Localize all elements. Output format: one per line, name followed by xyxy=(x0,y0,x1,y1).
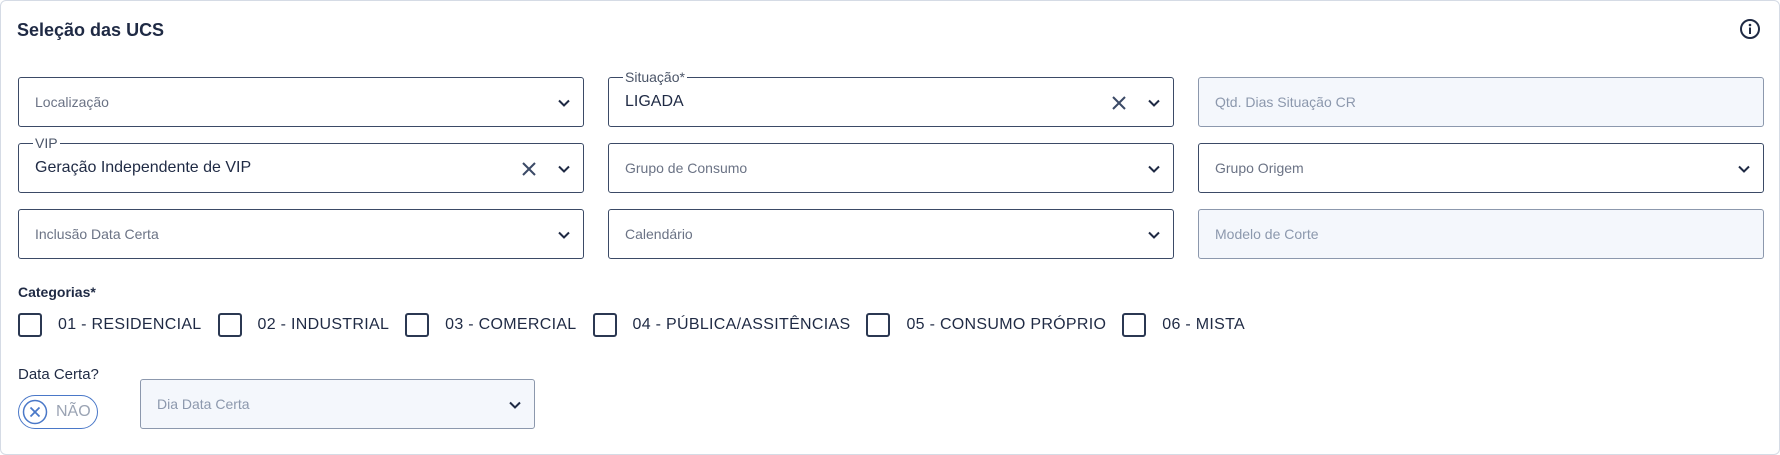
modelo-corte-field: Modelo de Corte xyxy=(1198,209,1764,259)
calendario-select[interactable]: Calendário xyxy=(608,209,1174,259)
clear-icon[interactable] xyxy=(519,159,539,179)
categorias-checkbox-group: 01 - RESIDENCIAL 02 - INDUSTRIAL 03 - CO… xyxy=(18,313,1261,337)
chevron-down-icon xyxy=(558,99,570,107)
grupo-consumo-select[interactable]: Grupo de Consumo xyxy=(608,143,1174,193)
checkbox-label: 03 - COMERCIAL xyxy=(445,316,577,333)
grupo-origem-placeholder: Grupo Origem xyxy=(1215,160,1304,176)
checkbox-label: 02 - INDUSTRIAL xyxy=(257,316,390,333)
categorias-label: Categorias* xyxy=(18,284,96,300)
checkbox-box[interactable] xyxy=(405,313,430,337)
qtd-dias-situacao-field: Qtd. Dias Situação CR xyxy=(1198,77,1764,127)
checkbox-label: 05 - CONSUMO PRÓPRIO xyxy=(906,316,1107,333)
modelo-corte-placeholder: Modelo de Corte xyxy=(1215,226,1319,242)
checkbox-comercial[interactable]: 03 - COMERCIAL xyxy=(405,313,576,337)
data-certa-toggle[interactable]: NÃO xyxy=(18,395,98,429)
chevron-down-icon xyxy=(509,401,521,409)
chevron-down-icon xyxy=(1148,165,1160,173)
checkbox-publica-assistencias[interactable]: 04 - PÚBLICA/ASSITÊNCIAS xyxy=(592,313,851,337)
inclusao-data-certa-select[interactable]: Inclusão Data Certa xyxy=(18,209,584,259)
dia-data-certa-select[interactable]: Dia Data Certa xyxy=(140,379,535,429)
chevron-down-icon xyxy=(1148,231,1160,239)
checkbox-label: 06 - MISTA xyxy=(1162,316,1245,333)
checkbox-label: 04 - PÚBLICA/ASSITÊNCIAS xyxy=(632,316,851,333)
chevron-down-icon xyxy=(1148,99,1160,107)
checkbox-industrial[interactable]: 02 - INDUSTRIAL xyxy=(217,313,390,337)
clear-icon[interactable] xyxy=(1109,93,1129,113)
vip-select[interactable]: VIP Geração Independente de VIP xyxy=(18,135,584,193)
info-circle-icon[interactable] xyxy=(1739,18,1761,40)
localizacao-placeholder: Localização xyxy=(35,94,109,110)
inclusao-data-certa-placeholder: Inclusão Data Certa xyxy=(35,226,159,242)
checkbox-box[interactable] xyxy=(217,313,242,337)
localizacao-select[interactable]: Localização xyxy=(18,77,584,127)
chevron-down-icon xyxy=(1738,165,1750,173)
situacao-label: Situação* xyxy=(623,69,687,85)
ucs-selection-card: Seleção das UCS Localização Situação* LI… xyxy=(0,0,1780,455)
situacao-value: LIGADA xyxy=(625,93,684,110)
checkbox-box[interactable] xyxy=(866,313,891,337)
dia-data-certa-placeholder: Dia Data Certa xyxy=(157,396,250,412)
calendario-placeholder: Calendário xyxy=(625,226,693,242)
toggle-label: NÃO xyxy=(56,403,91,420)
checkbox-box[interactable] xyxy=(592,313,617,337)
qtd-dias-placeholder: Qtd. Dias Situação CR xyxy=(1215,94,1356,110)
vip-label: VIP xyxy=(33,135,60,151)
chevron-down-icon xyxy=(558,231,570,239)
checkbox-label: 01 - RESIDENCIAL xyxy=(58,316,202,333)
grupo-consumo-placeholder: Grupo de Consumo xyxy=(625,160,748,176)
data-certa-label: Data Certa? xyxy=(18,366,99,383)
section-title: Seleção das UCS xyxy=(17,20,165,40)
checkbox-mista[interactable]: 06 - MISTA xyxy=(1122,313,1245,337)
checkbox-consumo-proprio[interactable]: 05 - CONSUMO PRÓPRIO xyxy=(866,313,1106,337)
checkbox-residencial[interactable]: 01 - RESIDENCIAL xyxy=(18,313,202,337)
checkbox-box[interactable] xyxy=(1122,313,1147,337)
grupo-origem-select[interactable]: Grupo Origem xyxy=(1198,143,1764,193)
close-circle-icon xyxy=(22,399,48,425)
situacao-select[interactable]: Situação* LIGADA xyxy=(608,69,1174,127)
checkbox-box[interactable] xyxy=(18,313,42,337)
chevron-down-icon xyxy=(558,165,570,173)
vip-value: Geração Independente de VIP xyxy=(35,159,252,176)
